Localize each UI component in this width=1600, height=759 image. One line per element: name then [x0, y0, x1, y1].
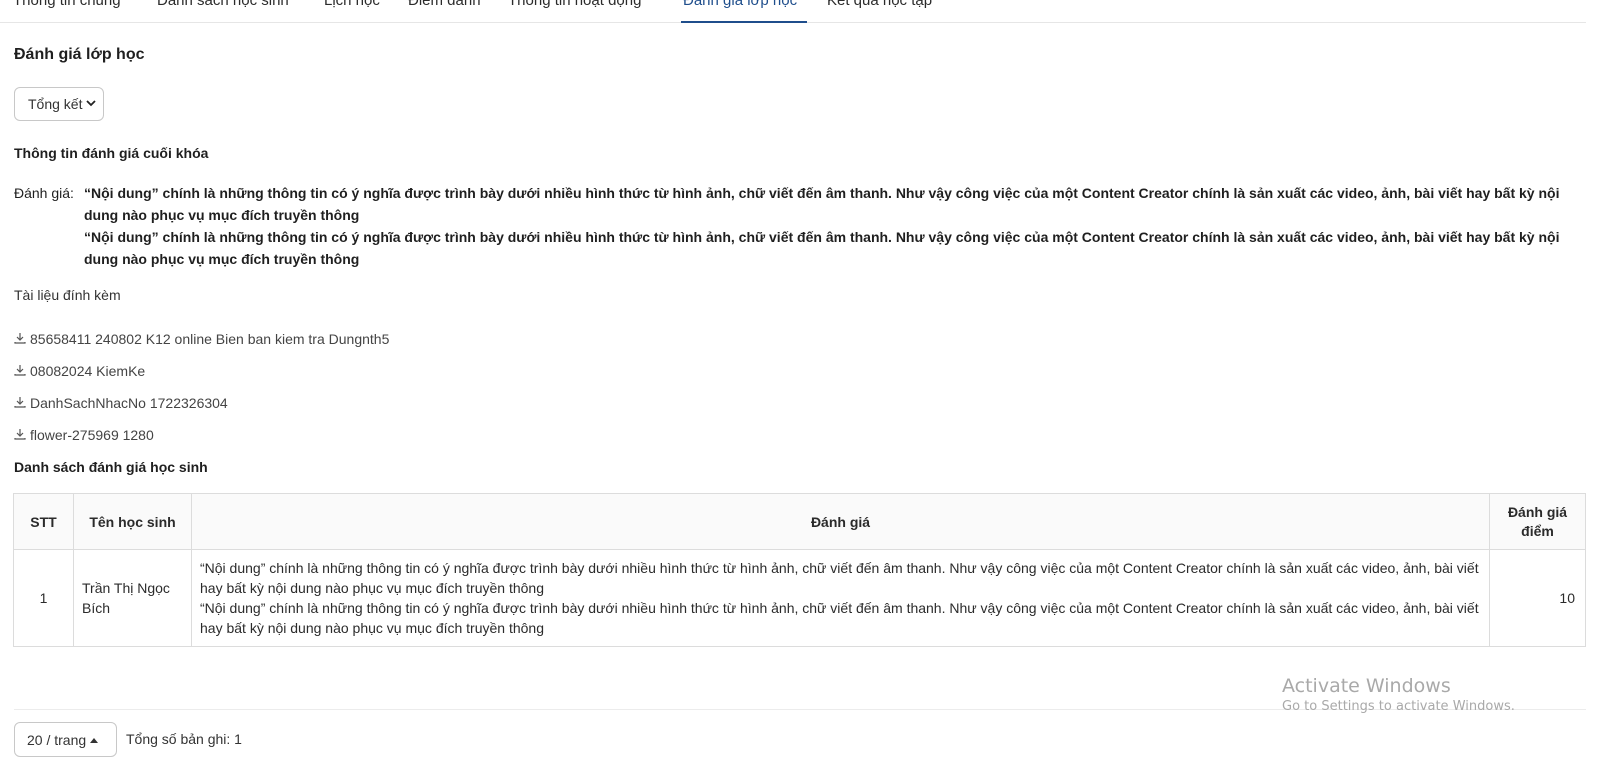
column-header-name: Tên học sinh: [73, 493, 192, 550]
final-eval-line: “Nội dung” chính là những thông tin có ý…: [84, 229, 1560, 267]
windows-activation-watermark: Activate Windows Go to Settings to activ…: [1282, 675, 1515, 714]
attachment-name: DanhSachNhacNo 1722326304: [30, 395, 228, 411]
attachment-link[interactable]: 08082024 KiemKe: [14, 355, 389, 387]
tab-schedule[interactable]: Lịch học: [324, 0, 380, 8]
column-header-stt: STT: [13, 493, 74, 550]
student-eval-title: Danh sách đánh giá học sinh: [14, 459, 208, 475]
tab-attendance[interactable]: Điểm danh: [408, 0, 481, 8]
tab-class-evaluation[interactable]: Đánh giá lớp học: [683, 0, 797, 8]
evaluation-type-select[interactable]: Tổng kết: [14, 87, 104, 121]
cell-stt: 1: [13, 549, 74, 647]
tab-learning-results[interactable]: Kết quả học tập: [827, 0, 932, 8]
attachments-label: Tài liệu đính kèm: [14, 287, 121, 303]
attachment-link[interactable]: 85658411 240802 K12 online Bien ban kiem…: [14, 323, 389, 355]
watermark-title: Activate Windows: [1282, 675, 1451, 697]
attachment-link[interactable]: flower-275969 1280: [14, 419, 389, 451]
tab-bar: Thông tin chung Danh sách học sinh Lịch …: [0, 0, 1586, 23]
cell-evaluation: “Nội dung” chính là những thông tin có ý…: [191, 549, 1490, 647]
final-eval-label: Đánh giá:: [14, 185, 74, 201]
page-size-value: 20 / trang: [27, 731, 87, 748]
download-icon: [14, 396, 30, 411]
cell-student-name: Trần Thị Ngọc Bích: [73, 549, 192, 647]
select-value: Tổng kết: [28, 96, 83, 112]
final-eval-text: “Nội dung” chính là những thông tin có ý…: [84, 182, 1580, 270]
evaluation-line: “Nội dung” chính là những thông tin có ý…: [200, 600, 1479, 636]
attachment-name: flower-275969 1280: [30, 427, 154, 443]
cell-score: 10: [1489, 549, 1586, 647]
column-header-score: Đánh giá điểm: [1489, 493, 1586, 550]
caret-up-icon: [90, 735, 99, 745]
watermark-subtitle: Go to Settings to activate Windows.: [1282, 699, 1515, 714]
column-header-eval: Đánh giá: [191, 493, 1490, 550]
table-header-row: STT Tên học sinh Đánh giá Đánh giá điểm: [13, 493, 1586, 550]
page-title: Đánh giá lớp học: [14, 46, 145, 63]
download-icon: [14, 428, 30, 443]
attachment-name: 08082024 KiemKe: [30, 363, 146, 379]
table-row: 1 Trần Thị Ngọc Bích “Nội dung” chính là…: [13, 549, 1586, 647]
download-icon: [14, 364, 30, 379]
student-eval-table: STT Tên học sinh Đánh giá Đánh giá điểm …: [13, 493, 1586, 647]
attachment-name: 85658411 240802 K12 online Bien ban kiem…: [30, 331, 390, 347]
tab-activity-info[interactable]: Thông tin hoạt động: [508, 0, 641, 8]
tab-student-list[interactable]: Danh sách học sinh: [157, 0, 289, 8]
total-records: Tổng số bản ghi: 1: [126, 731, 242, 747]
chevron-down-icon: [86, 98, 97, 110]
final-eval: Đánh giá: “Nội dung” chính là những thôn…: [14, 182, 1580, 270]
evaluation-line: “Nội dung” chính là những thông tin có ý…: [200, 560, 1479, 596]
active-tab-indicator: [681, 21, 807, 23]
download-icon: [14, 332, 30, 347]
final-eval-title: Thông tin đánh giá cuối khóa: [14, 145, 209, 161]
attachment-link[interactable]: DanhSachNhacNo 1722326304: [14, 387, 389, 419]
final-eval-line: “Nội dung” chính là những thông tin có ý…: [84, 185, 1560, 223]
attachments-list: 85658411 240802 K12 online Bien ban kiem…: [14, 323, 389, 451]
page-size-select[interactable]: 20 / trang: [14, 722, 117, 757]
tab-general-info[interactable]: Thông tin chung: [13, 0, 121, 8]
